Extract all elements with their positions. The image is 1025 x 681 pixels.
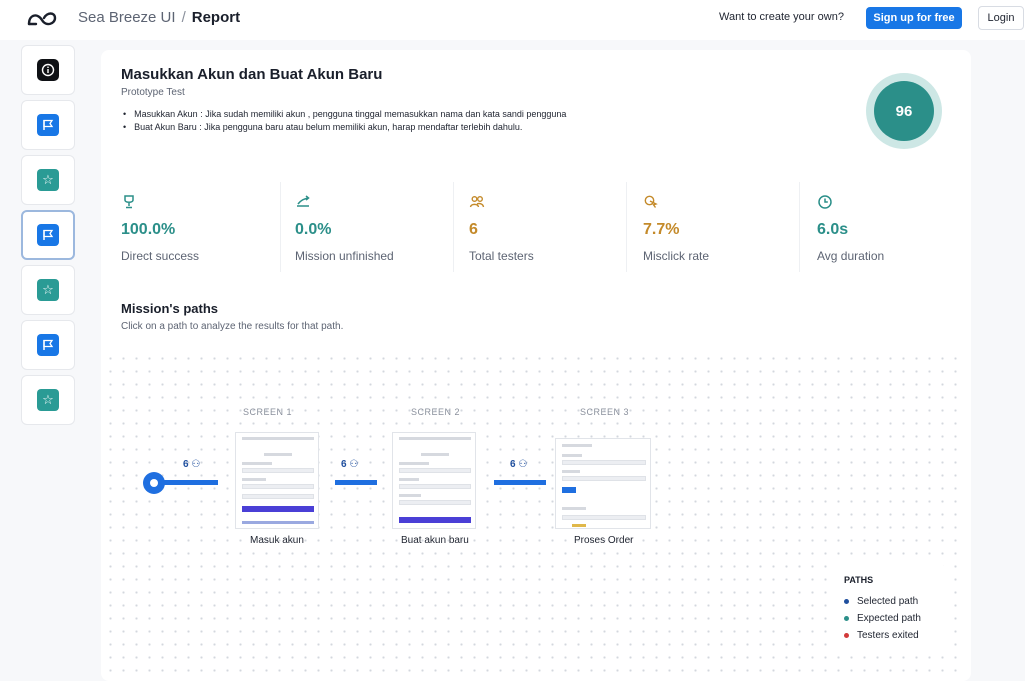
- legend-dot: [844, 616, 849, 621]
- description-bullet: Buat Akun Baru : Jika pengguna baru atau…: [121, 122, 566, 135]
- sidebar-item-mission-4[interactable]: ☆: [21, 265, 75, 315]
- sidebar-item-info[interactable]: [21, 45, 75, 95]
- usability-score-value: 96: [874, 81, 934, 141]
- metric-label: Total testers: [469, 249, 534, 263]
- breadcrumb-page-name: Report: [191, 9, 241, 26]
- paths-section-subtitle: Click on a path to analyze the results f…: [121, 321, 344, 332]
- metric-value: 100.0%: [121, 221, 176, 238]
- description-bullet: Masukkan Akun : Jika sudah memiliki akun…: [121, 109, 566, 122]
- cursor-click-icon: [644, 195, 658, 208]
- metric-total-testers: 6 Total testers: [469, 188, 629, 278]
- flag-icon: [37, 334, 59, 356]
- paths-legend: PATHS Selected path Expected path Tester…: [832, 565, 945, 651]
- sidebar-item-mission-5[interactable]: [21, 320, 75, 370]
- screen-label: SCREEN 2: [411, 407, 461, 417]
- info-icon: [37, 59, 59, 81]
- legend-label: Expected path: [857, 613, 921, 624]
- users-icon: ⚇: [349, 459, 359, 470]
- usability-score-badge: 96: [866, 73, 942, 149]
- users-icon: ⚇: [191, 459, 201, 470]
- screen-thumbnail[interactable]: [392, 432, 476, 529]
- metric-divider: [799, 182, 800, 272]
- tester-count-value: 6: [341, 459, 347, 470]
- legend-item-testers-exited: Testers exited: [844, 630, 919, 641]
- paths-section-title: Mission's paths: [121, 301, 218, 316]
- metric-value: 7.7%: [643, 221, 680, 238]
- path-tester-count: 6 ⚇: [510, 459, 527, 470]
- sidebar-item-mission-2[interactable]: ☆: [21, 155, 75, 205]
- trophy-icon: [124, 195, 134, 209]
- metric-label: Mission unfinished: [295, 249, 394, 263]
- metric-misclick-rate: 7.7% Misclick rate: [643, 188, 803, 278]
- metric-divider: [626, 182, 627, 272]
- metric-direct-success: 100.0% Direct success: [121, 188, 281, 278]
- login-button[interactable]: Login: [978, 6, 1024, 30]
- path-segment[interactable]: [494, 480, 546, 485]
- legend-label: Testers exited: [857, 630, 919, 641]
- screen-name: Buat akun baru: [401, 535, 469, 546]
- promo-text: Want to create your own?: [719, 11, 844, 23]
- path-segment[interactable]: [160, 480, 218, 485]
- star-icon: ☆: [37, 169, 59, 191]
- mission-subtitle: Prototype Test: [121, 87, 185, 98]
- metric-avg-duration: 6.0s Avg duration: [817, 188, 977, 278]
- fork-arrow-icon: [297, 195, 310, 207]
- metric-label: Avg duration: [817, 249, 885, 263]
- sidebar-item-mission-6[interactable]: ☆: [21, 375, 75, 425]
- metric-value: 6.0s: [817, 221, 849, 238]
- metric-label: Direct success: [121, 249, 200, 263]
- metric-value: 0.0%: [295, 221, 332, 238]
- screen-name: Proses Order: [574, 535, 634, 546]
- legend-item-expected-path: Expected path: [844, 613, 921, 624]
- legend-dot: [844, 633, 849, 638]
- star-icon: ☆: [37, 279, 59, 301]
- sidebar-item-mission-3[interactable]: [21, 210, 75, 260]
- flag-icon: [37, 224, 59, 246]
- screen-label: SCREEN 1: [243, 407, 293, 417]
- metric-value: 6: [469, 221, 478, 238]
- screen-name: Masuk akun: [250, 535, 304, 546]
- path-tester-count: 6 ⚇: [341, 459, 358, 470]
- metric-divider: [453, 182, 454, 272]
- screen-thumbnail[interactable]: [235, 432, 319, 529]
- breadcrumb-app-name[interactable]: Sea Breeze UI: [78, 9, 176, 26]
- breadcrumb: Sea Breeze UI / Report: [78, 9, 240, 26]
- metric-divider: [280, 182, 281, 272]
- sidebar-item-mission-1[interactable]: [21, 100, 75, 150]
- legend-label: Selected path: [857, 596, 919, 607]
- metric-label: Misclick rate: [643, 249, 710, 263]
- infinity-cloud-logo[interactable]: [26, 9, 58, 29]
- top-bar: Sea Breeze UI / Report Want to create yo…: [0, 0, 1025, 38]
- flag-icon: [37, 114, 59, 136]
- legend-item-selected-path: Selected path: [844, 596, 918, 607]
- screen-thumbnail[interactable]: [555, 438, 651, 529]
- path-tester-count: 6 ⚇: [183, 459, 200, 470]
- mission-description: Masukkan Akun : Jika sudah memiliki akun…: [121, 109, 566, 135]
- tester-count-value: 6: [183, 459, 189, 470]
- mission-title: Masukkan Akun dan Buat Akun Baru: [121, 66, 383, 83]
- star-icon: ☆: [37, 389, 59, 411]
- clock-icon: [818, 195, 832, 209]
- legend-dot: [844, 599, 849, 604]
- signup-button[interactable]: Sign up for free: [866, 7, 962, 29]
- metric-mission-unfinished: 0.0% Mission unfinished: [295, 188, 455, 278]
- users-icon: ⚇: [518, 459, 528, 470]
- breadcrumb-separator: /: [181, 9, 186, 26]
- path-segment[interactable]: [335, 480, 377, 485]
- legend-title: PATHS: [844, 575, 874, 585]
- tester-count-value: 6: [510, 459, 516, 470]
- users-icon: [469, 196, 485, 208]
- screen-label: SCREEN 3: [580, 407, 630, 417]
